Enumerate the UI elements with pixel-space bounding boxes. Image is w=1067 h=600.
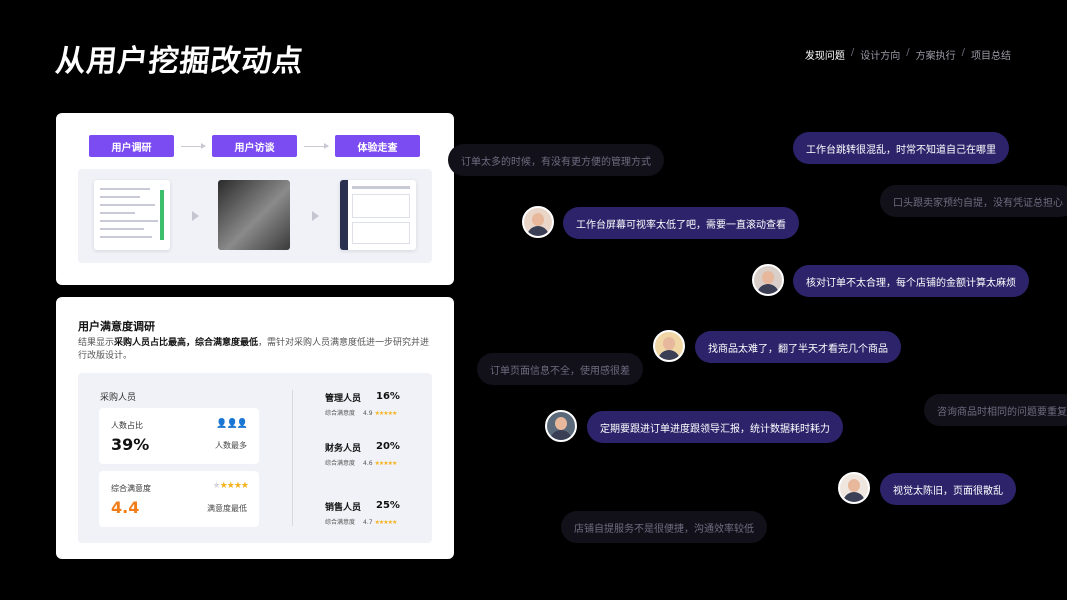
research-flow-card: 用户调研 用户访谈 体验走查 [56, 113, 454, 285]
star-rating-icon: ★★★★★ [374, 460, 397, 467]
step-experience-walkthrough: 体验走查 [335, 135, 420, 157]
user-avatar [545, 410, 577, 442]
feedback-bubble: 工作台跳转很混乱，时常不知道自己在哪里 [793, 132, 1009, 164]
feedback-bubble: 订单页面信息不全，使用感很差 [477, 353, 643, 385]
research-steps: 用户调研 用户访谈 体验走查 [89, 135, 420, 157]
user-avatar [653, 330, 685, 362]
breadcrumb-item-summary[interactable]: 项目总结 [971, 47, 1011, 62]
group-label: 采购人员 [100, 393, 137, 403]
role-item-finance: 财务人员 20% 综合满意度 4.6 ★★★★★ [325, 441, 400, 467]
metric-note: 满意度最低 [207, 504, 247, 513]
feedback-bubble: 定期要跟进订单进度跟领导汇报，统计数据耗时耗力 [587, 411, 843, 443]
metric-value: 39% [111, 435, 150, 454]
people-icon: 👤👤👤 [216, 419, 248, 429]
feedback-bubble: 口头跟卖家预约自提，没有凭证总担心 [880, 185, 1067, 217]
star-rating-icon: ★★★★★ [374, 410, 397, 417]
walkthrough-screenshot [340, 180, 416, 250]
metric-note: 人数最多 [215, 441, 247, 450]
step-user-research: 用户调研 [89, 135, 174, 157]
metric-value: 4.4 [111, 498, 140, 517]
breadcrumb-item-execution[interactable]: 方案执行 [916, 47, 956, 62]
feedback-bubble: 工作台屏幕可视率太低了吧，需要一直滚动查看 [563, 207, 799, 239]
breadcrumb-separator: / [961, 47, 965, 58]
feedback-bubble: 核对订单不太合理，每个店铺的金额计算太麻烦 [793, 265, 1029, 297]
arrow-right-icon [304, 142, 329, 149]
survey-sheet-image [94, 180, 170, 250]
research-images-panel [78, 169, 432, 263]
metric-label: 人数占比 [111, 421, 143, 430]
feedback-bubble: 找商品太难了，翻了半天才看完几个商品 [695, 331, 901, 363]
user-avatar [522, 206, 554, 238]
breadcrumb: 发现问题 / 设计方向 / 方案执行 / 项目总结 [805, 47, 1011, 62]
feedback-bubble: 店铺自提服务不是很便捷，沟通效率较低 [561, 511, 767, 543]
breadcrumb-item-direction[interactable]: 设计方向 [860, 47, 900, 62]
breadcrumb-item-discover[interactable]: 发现问题 [805, 47, 845, 62]
step-user-interview: 用户访谈 [212, 135, 297, 157]
arrow-right-icon [181, 142, 206, 149]
satisfaction-survey-card: 用户满意度调研 结果显示采购人员占比最高，综合满意度最低，需针对采购人员满意度低… [56, 297, 454, 559]
feedback-bubble: 视觉太陈旧，页面很散乱 [880, 473, 1016, 505]
survey-results-panel: 采购人员 人数占比 👤👤👤 39% 人数最多 综合满意度 ★★★★★ 4.4 满… [78, 373, 432, 543]
divider [292, 390, 293, 526]
metric-label: 综合满意度 [111, 484, 151, 493]
arrow-right-icon [312, 211, 319, 221]
arrow-right-icon [192, 211, 199, 221]
user-avatar [838, 472, 870, 504]
metric-satisfaction-card: 综合满意度 ★★★★★ 4.4 满意度最低 [99, 471, 259, 527]
page-title: 从用户挖掘改动点 [53, 44, 306, 79]
breadcrumb-separator: / [850, 47, 855, 58]
metric-share-card: 人数占比 👤👤👤 39% 人数最多 [99, 408, 259, 464]
feedback-bubble: 咨询商品时相同的问题要重复 [924, 394, 1067, 426]
star-rating-icon: ★★★★★ [374, 519, 397, 526]
feedback-bubble: 订单太多的时候，有没有更方便的管理方式 [448, 144, 664, 176]
star-rating-icon: ★★★★★ [212, 481, 249, 491]
role-item-sales: 销售人员 25% 综合满意度 4.7 ★★★★★ [325, 500, 400, 526]
survey-description: 结果显示采购人员占比最高，综合满意度最低，需针对采购人员满意度低进一步研究并进行… [78, 338, 430, 361]
interview-photo [218, 180, 290, 250]
role-item-management: 管理人员 16% 综合满意度 4.9 ★★★★★ [325, 391, 400, 417]
survey-title: 用户满意度调研 [78, 320, 155, 333]
breadcrumb-separator: / [906, 47, 910, 58]
user-avatar [752, 264, 784, 296]
